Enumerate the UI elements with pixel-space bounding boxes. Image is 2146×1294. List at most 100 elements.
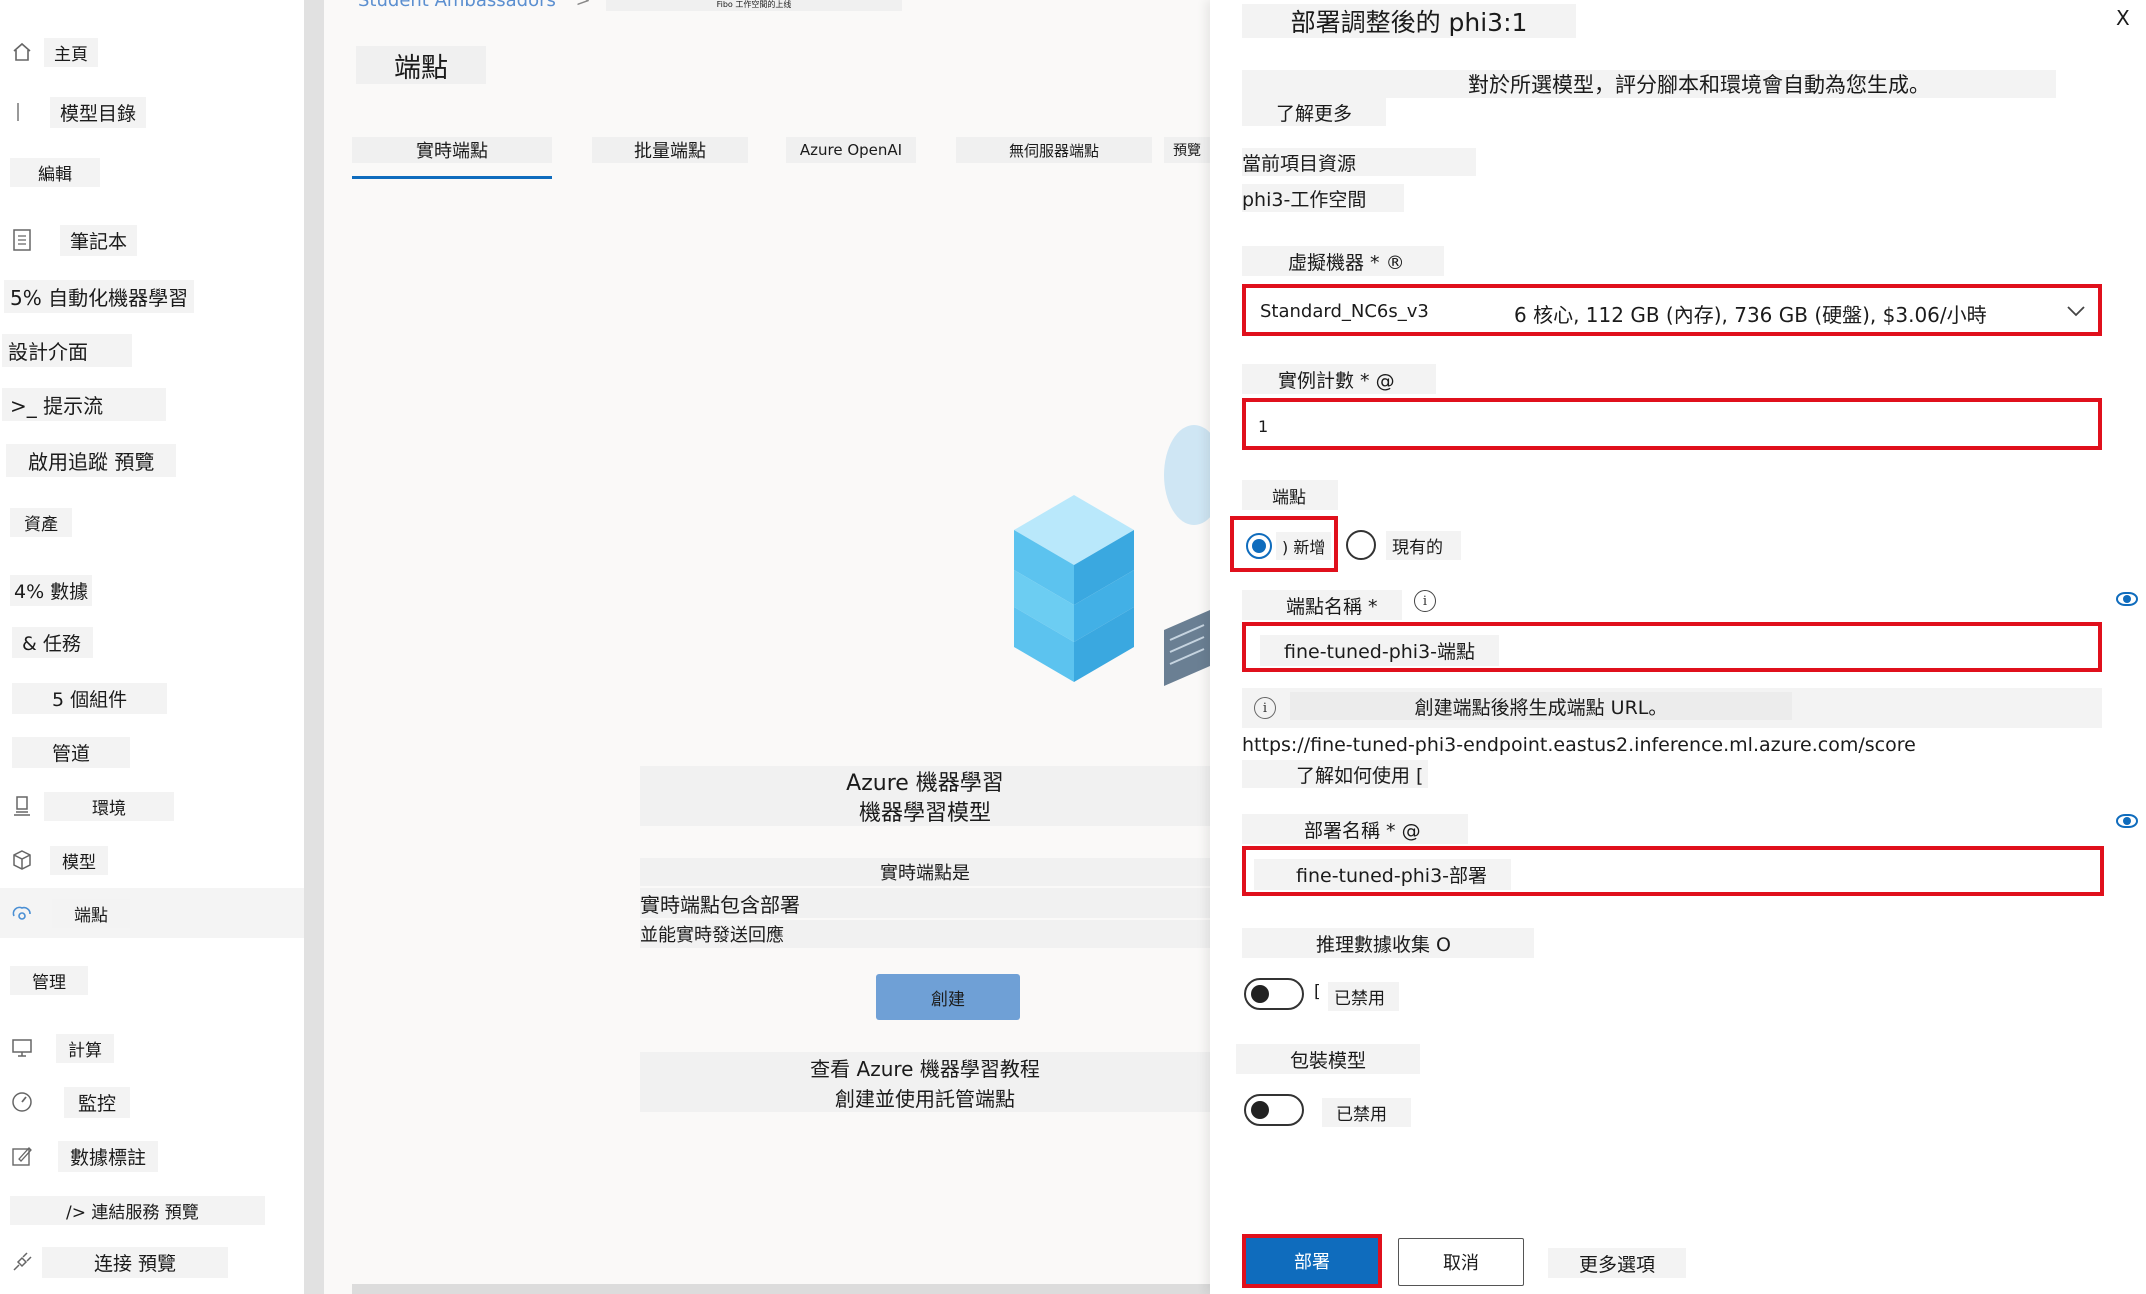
inference-toggle-state: 已禁用 (1328, 982, 1399, 1011)
sidebar-item-monitoring[interactable]: 監控 (0, 1078, 304, 1126)
preview-badge: 預覽 (1164, 137, 1210, 163)
chevron-down-icon (2067, 306, 2085, 317)
deployment-name-label: 部署名稱 * @ (1242, 814, 1468, 844)
package-model-label: 包裝模型 (1236, 1044, 1420, 1074)
package-model-toggle[interactable] (1244, 1094, 1304, 1126)
sidebar-item-label: 管道 (12, 736, 131, 768)
sidebar-item-label: 模型目錄 (50, 96, 147, 128)
inference-data-collection-toggle[interactable] (1244, 978, 1304, 1010)
inference-data-collection-label: 推理數據收集 O (1242, 928, 1534, 958)
learn-usage-link[interactable]: 了解如何使用 [ (1242, 760, 1428, 788)
home-icon (10, 40, 34, 64)
cancel-button[interactable]: 取消 (1398, 1238, 1524, 1286)
catalog-icon (10, 100, 34, 124)
eye-icon[interactable] (2116, 814, 2138, 828)
sidebar-item-designer[interactable]: 設計介面 (0, 326, 304, 374)
sidebar-item-label: 管理 (10, 965, 88, 995)
sidebar-item-automl[interactable]: 5% 自動化機器學習 (0, 272, 304, 320)
tutorial-link-line1[interactable]: 查看 Azure 機器學習教程 (640, 1052, 1210, 1082)
gauge-icon (10, 1090, 34, 1114)
sidebar-section-assets: 資產 (0, 498, 304, 546)
tutorial-link-line2[interactable]: 創建並使用託管端點 (640, 1082, 1210, 1112)
sidebar-item-data-labeling[interactable]: 數據標註 (0, 1132, 304, 1180)
sidebar-item-jobs[interactable]: & 任務 (0, 618, 304, 666)
notebook-icon (10, 228, 34, 252)
model-cube-icon (10, 848, 34, 872)
sidebar-item-compute[interactable]: 計算 (0, 1024, 304, 1072)
panel-title: 部署調整後的 phi3:1 (1242, 4, 1576, 38)
sidebar-item-label: 模型 (50, 845, 108, 875)
sidebar-item-label: 5 個組件 (12, 682, 168, 714)
eye-icon[interactable] (2116, 592, 2138, 606)
radio-existing-endpoint[interactable]: 現有的 (1346, 530, 1461, 560)
sidebar-item-environments[interactable]: 環境 (0, 782, 304, 830)
promo-description-line2: 實時端點包含部署 (640, 888, 1210, 918)
sidebar-item-connections-preview[interactable]: 连接 預覽 (0, 1238, 304, 1286)
deployment-name-input[interactable]: fine-tuned-phi3-部署 (1242, 846, 2104, 896)
promo-title-line1: Azure 機器學習 (640, 766, 1210, 796)
sidebar-item-prompt-flow[interactable]: >_ 提示流 (0, 380, 304, 428)
instance-count-input[interactable]: 1 (1242, 398, 2102, 450)
info-icon: i (1254, 697, 1276, 719)
breadcrumb-current[interactable]: Fibo 工作空間的上线 (606, 0, 902, 11)
sidebar-item-notebook[interactable]: 筆記本 (0, 216, 304, 264)
promo-description-line1: 實時端點是 (640, 858, 1210, 886)
toggle-bracket: [ (1314, 982, 1321, 1002)
sidebar-section-manage: 管理 (0, 956, 304, 1004)
active-tab-indicator (352, 176, 552, 179)
radio-unselected-icon (1346, 530, 1376, 560)
project-resource-label: 當前項目資源 (1242, 148, 1476, 176)
endpoints-page: Student Ambassadors > Fibo 工作空間的上线 端點 實時… (324, 0, 1210, 1294)
endpoint-label: 端點 (1242, 480, 1338, 510)
sidebar-item-model-catalog[interactable]: 模型目錄 (0, 88, 304, 136)
endpoint-name-input[interactable]: fine-tuned-phi3-端點 (1242, 622, 2102, 672)
sidebar-item-models[interactable]: 模型 (0, 836, 304, 884)
sidebar-item-data[interactable]: 4% 數據 (0, 566, 304, 614)
endpoint-url-info-bar: i 創建端點後將生成端點 URL。 (1242, 688, 2102, 728)
more-options-link[interactable]: 更多選項 (1548, 1248, 1686, 1278)
endpoint-url: https://fine-tuned-phi3-endpoint.eastus2… (1242, 734, 1916, 756)
sidebar-item-tracing-preview[interactable]: 啟用追蹤 預覽 (0, 436, 304, 484)
deploy-button[interactable]: 部署 (1242, 1234, 1382, 1288)
sidebar-item-label: 5% 自動化機器學習 (4, 279, 195, 313)
environment-icon (10, 794, 34, 818)
tab-realtime-endpoints[interactable]: 實時端點 (352, 137, 552, 163)
sidebar-item-endpoints[interactable]: 端點 (0, 888, 304, 938)
sidebar-item-pipelines[interactable]: 管道 (0, 728, 304, 776)
breadcrumb-separator: > (575, 0, 591, 11)
create-endpoint-button[interactable]: 創建 (876, 974, 1020, 1020)
info-icon[interactable]: i (1414, 590, 1436, 612)
sidebar-item-label: 資產 (10, 507, 72, 537)
sidebar-item-components[interactable]: 5 個組件 (0, 674, 304, 722)
page-title: 端點 (356, 46, 486, 84)
sidebar-item-label: 數據標註 (58, 1140, 159, 1172)
sidebar-scrollbar[interactable] (304, 0, 324, 1294)
learn-more-link[interactable]: 了解更多 (1242, 98, 1386, 126)
sidebar-item-edit[interactable]: 編輯 (0, 148, 304, 196)
sidebar-item-label: & 任務 (12, 626, 93, 658)
breadcrumb-root[interactable]: Student Ambassadors (358, 0, 556, 11)
panel-description: 對於所選模型，評分腳本和環境會自動為您生成。 (1242, 70, 2056, 98)
close-icon[interactable]: X (2116, 6, 2130, 30)
main-horizontal-scrollbar[interactable] (352, 1284, 1210, 1294)
left-navigation: 主頁 模型目錄 編輯 筆記本 5% 自動化機器學習 設計介面 >_ 提示流 啟用… (0, 0, 304, 1294)
vm-size-value: Standard_NC6s_v3 (1260, 301, 1429, 322)
sidebar-item-linked-services-preview[interactable]: /> 連結服務 預覽 (0, 1186, 304, 1234)
edit-label-icon (10, 1144, 34, 1168)
plug-icon (10, 1250, 34, 1274)
tab-batch-endpoints[interactable]: 批量端點 (592, 137, 748, 163)
deploy-panel: 部署調整後的 phi3:1 X 對於所選模型，評分腳本和環境會自動為您生成。 了… (1210, 0, 2146, 1294)
sidebar-item-home[interactable]: 主頁 (0, 28, 304, 76)
radio-selected-icon (1246, 533, 1272, 559)
sidebar-item-label: 筆記本 (60, 224, 138, 256)
radio-existing-label: 現有的 (1386, 530, 1461, 560)
promo-description-line3: 並能實時發送回應 (640, 920, 1210, 948)
radio-new-endpoint[interactable]: ) 新增 (1246, 532, 1332, 560)
vm-select[interactable]: Standard_NC6s_v3 6 核心, 112 GB (內存), 736 … (1242, 284, 2102, 336)
tab-azure-openai[interactable]: Azure OpenAI (786, 137, 916, 163)
tab-serverless-endpoints[interactable]: 無伺服器端點 (956, 137, 1152, 163)
vm-label: 虛擬機器 * ® (1242, 246, 1444, 276)
server-stack-illustration (1014, 425, 1210, 686)
sidebar-item-label: >_ 提示流 (2, 387, 166, 421)
project-resource-value: phi3-工作空間 (1242, 184, 1404, 212)
